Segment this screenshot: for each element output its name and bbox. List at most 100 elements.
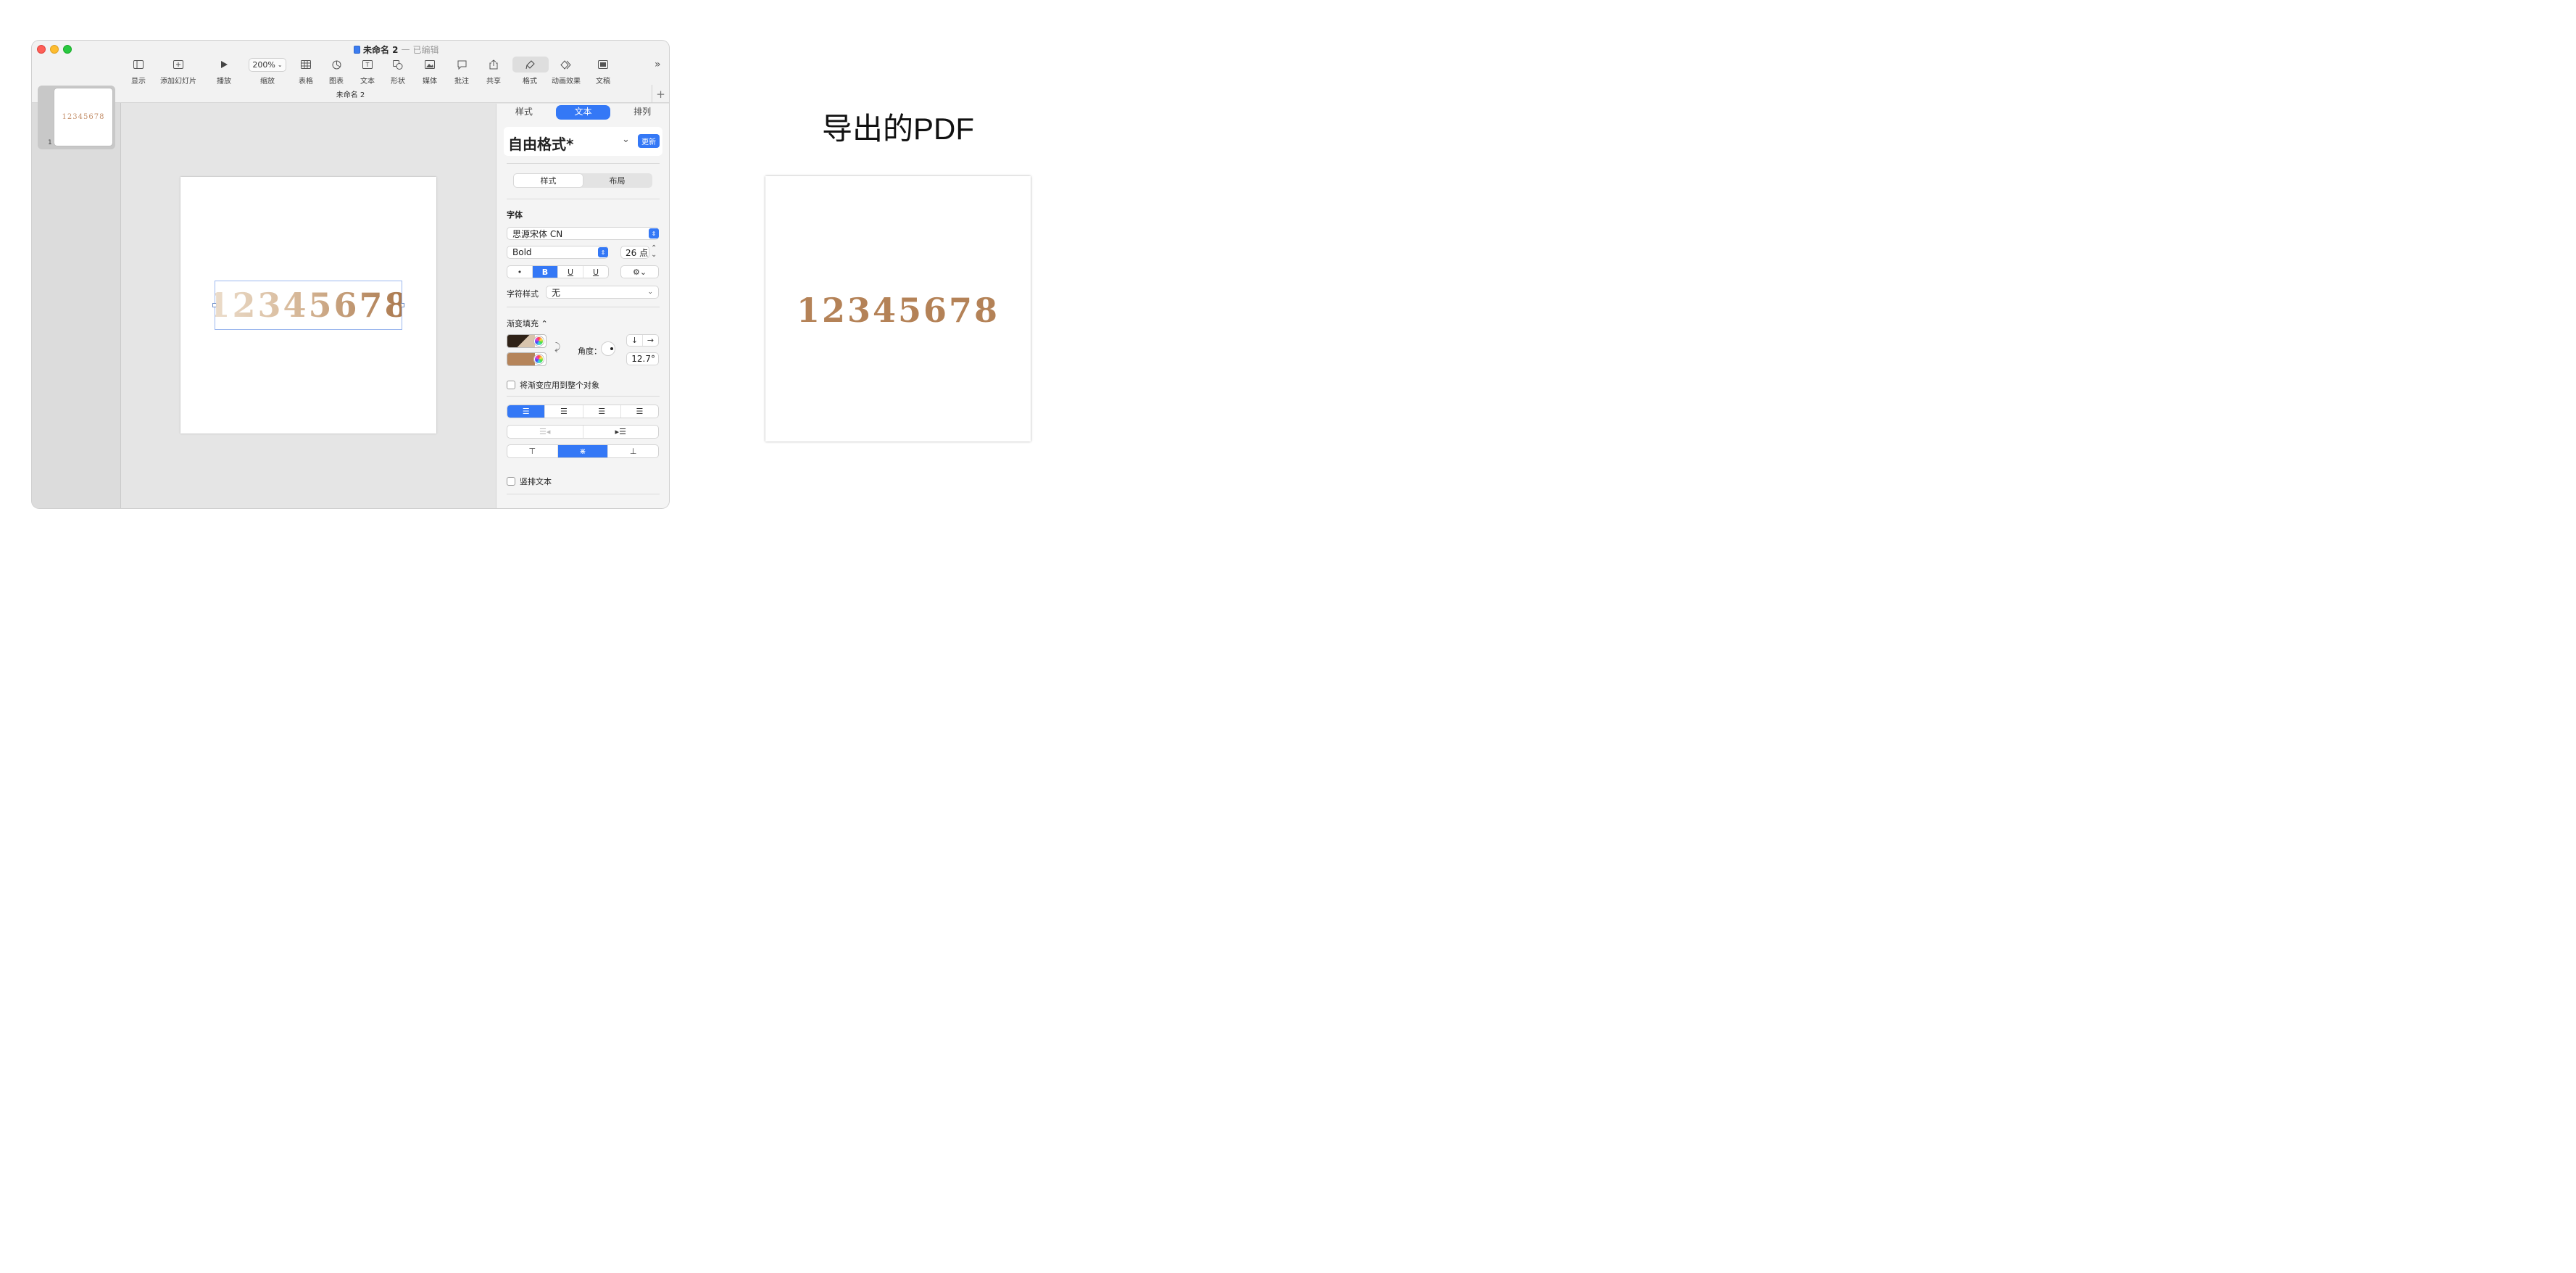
text-effects-button[interactable]: ⚙︎⌄	[620, 265, 659, 278]
slide-thumbnail[interactable]: 12345678	[54, 88, 112, 146]
chart-icon	[328, 58, 344, 71]
align-left-icon[interactable]: ☰	[507, 405, 546, 418]
angle-value: 12.7°	[631, 354, 655, 364]
document-tab[interactable]: 未命名 2	[32, 88, 669, 99]
arrow-right-icon[interactable]: →	[643, 335, 658, 346]
table-button[interactable]: 表格	[298, 58, 314, 86]
title-separator: —	[401, 44, 410, 54]
document-panel-icon	[595, 58, 611, 71]
comment-icon	[454, 58, 470, 71]
shape-button[interactable]: 形状	[390, 58, 406, 86]
chart-button[interactable]: 图表	[328, 58, 344, 86]
pdf-text: 12345678	[796, 291, 1000, 330]
paragraph-style-name: 自由格式*	[508, 136, 574, 153]
font-size-stepper[interactable]: ⌃ ⌄	[651, 245, 657, 259]
font-weight-select[interactable]: Bold ⇕	[507, 246, 608, 259]
bold-button[interactable]: B	[533, 266, 558, 278]
angle-label: 角度：	[578, 347, 602, 356]
subtab-layout[interactable]: 布局	[583, 174, 652, 187]
shape-label: 形状	[391, 78, 405, 86]
font-size-value: 26 点	[626, 247, 649, 258]
apply-whole-checkbox[interactable]	[507, 381, 515, 389]
color-wheel-icon[interactable]	[534, 336, 544, 346]
arrow-down-icon[interactable]: ↓	[627, 335, 643, 346]
vertical-text-checkbox[interactable]	[507, 477, 515, 486]
chevron-down-icon: ⌄	[647, 289, 653, 296]
chart-label: 图表	[329, 78, 344, 86]
paragraph-style-selector[interactable]: 自由格式* ⌄ 更新	[504, 127, 662, 156]
minimize-button[interactable]	[50, 45, 59, 54]
fill-type-select[interactable]: 渐变填充 ⌃	[507, 318, 548, 329]
comment-button[interactable]: 批注	[454, 58, 470, 86]
font-size-field[interactable]: 26 点	[620, 246, 649, 259]
photo-icon	[422, 58, 438, 71]
gear-icon: ⚙︎⌄	[632, 267, 647, 277]
shape-icon	[390, 58, 406, 71]
align-middle-icon[interactable]: ⋇	[557, 445, 609, 457]
color-wheel-icon[interactable]	[534, 354, 544, 364]
tab-style[interactable]: 样式	[496, 104, 552, 121]
char-style-select[interactable]: 无 ⌄	[546, 286, 659, 299]
angle-knob[interactable]	[601, 341, 615, 356]
add-slide-button[interactable]: 添加幻灯片	[160, 58, 196, 86]
document-button[interactable]: 文稿	[595, 58, 611, 86]
align-bottom-icon[interactable]: ⊥	[608, 445, 658, 457]
increase-indent-icon[interactable]: ▸☰	[583, 426, 659, 438]
font-family-value: 思源宋体 CN	[512, 228, 563, 239]
updown-chevron-icon: ⇕	[649, 228, 659, 239]
new-tab-button[interactable]: +	[652, 85, 669, 103]
thumbnail-text: 12345678	[62, 113, 105, 121]
share-label: 共享	[486, 78, 501, 86]
apply-whole-label: 将渐变应用到整个对象	[520, 381, 599, 390]
toolbar-overflow-icon[interactable]: »	[655, 59, 661, 70]
format-button[interactable]: 格式	[522, 58, 538, 86]
subtab-style[interactable]: 样式	[514, 174, 583, 187]
align-right-icon[interactable]: ☰	[583, 405, 621, 418]
edited-status: 已编辑	[412, 44, 439, 55]
chevron-down-icon: ⌄	[622, 134, 630, 145]
align-justify-icon[interactable]: ☰	[621, 405, 658, 418]
selected-text-box[interactable]: 12345678	[207, 281, 408, 330]
angle-field[interactable]: 12.7°	[626, 352, 659, 365]
zoom-label: 缩放	[260, 78, 275, 86]
view-label: 显示	[131, 78, 146, 86]
tab-text[interactable]: 文本	[555, 105, 611, 120]
play-button[interactable]: 播放	[216, 58, 232, 86]
font-family-select[interactable]: 思源宋体 CN ⇕	[507, 227, 659, 240]
tab-arrange[interactable]: 排列	[615, 104, 669, 121]
table-icon	[298, 58, 314, 71]
text-icon: T	[360, 58, 375, 71]
swap-colors-icon[interactable]: ⤸	[554, 341, 560, 353]
update-button[interactable]: 更新	[638, 134, 660, 148]
comment-label: 批注	[454, 78, 469, 86]
underline-button[interactable]: U	[558, 266, 583, 278]
strikethrough-button[interactable]: U	[583, 266, 608, 278]
window-title: 未命名 2 — 已编辑	[354, 43, 439, 56]
gradient-color-1[interactable]	[507, 334, 547, 348]
document-label: 文稿	[596, 78, 610, 86]
media-button[interactable]: 媒体	[422, 58, 438, 86]
play-label: 播放	[217, 78, 231, 86]
zoom-window-button[interactable]	[63, 45, 72, 54]
text-button[interactable]: T 文本	[360, 58, 375, 86]
keynote-window: 未命名 2 — 已编辑 显示 添加幻灯片 播放 200% ⌄ 缩放 表格 图表 …	[32, 41, 669, 508]
view-button[interactable]: 显示	[130, 58, 146, 86]
align-top-icon[interactable]: ⊤	[507, 445, 558, 457]
text-label: 文本	[360, 78, 375, 86]
zoom-control: 缩放	[259, 58, 275, 86]
format-inspector: 样式 文本 排列 自由格式* ⌄ 更新 样式 布局 字体 思源宋体 CN ⇕ B	[496, 104, 669, 508]
updown-chevron-icon: ⇕	[598, 247, 608, 257]
alignment-buttons: ☰ ☰ ☰ ☰	[507, 405, 659, 418]
indent-buttons: ☰◂ ▸☰	[507, 425, 659, 439]
share-button[interactable]: 共享	[486, 58, 502, 86]
text-subtabs: 样式 布局	[513, 173, 652, 188]
close-button[interactable]	[37, 45, 46, 54]
char-style-value: 无	[552, 287, 561, 298]
align-center-icon[interactable]: ☰	[545, 405, 583, 418]
gradient-color-2[interactable]	[507, 352, 547, 366]
slide-number: 1	[48, 139, 52, 146]
decrease-indent-icon[interactable]: ☰◂	[507, 426, 583, 438]
export-heading: 导出的PDF	[821, 112, 974, 146]
text-options-button[interactable]: •	[507, 266, 533, 278]
animate-button[interactable]: 动画效果	[552, 58, 581, 86]
